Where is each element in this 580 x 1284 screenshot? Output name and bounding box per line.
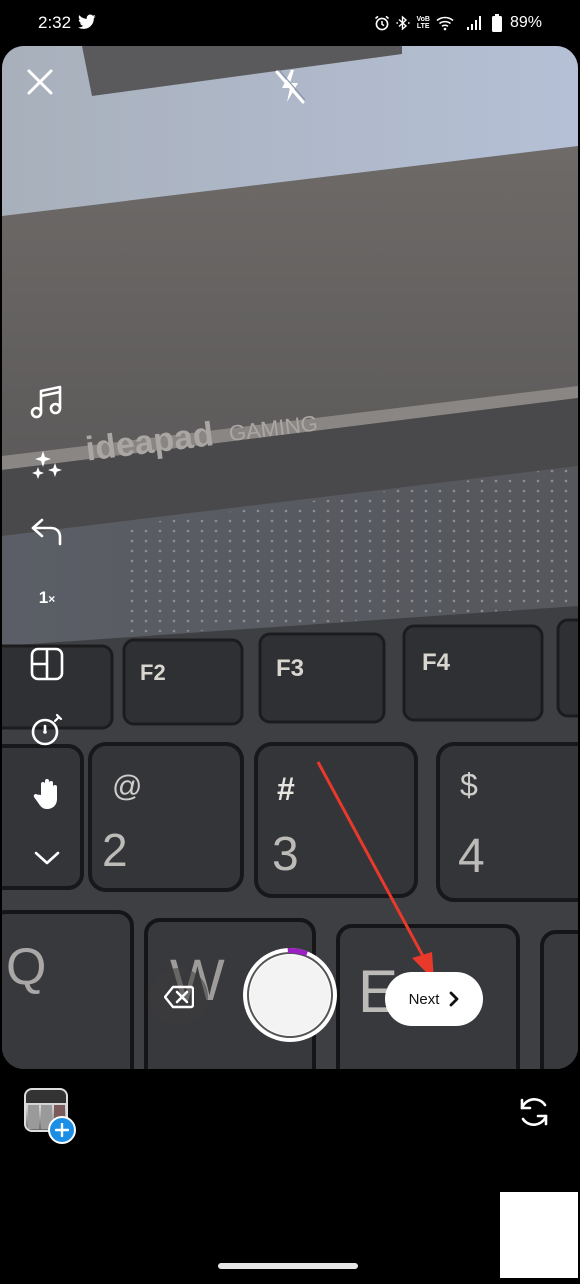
flash-off-icon [275,69,306,104]
key-legend: $ [460,767,478,803]
undo-arrow-icon [31,518,62,546]
flip-camera-icon [520,1098,548,1126]
timer-button[interactable] [24,710,70,750]
battery-percent: 89% [509,14,542,31]
music-note-icon [30,385,62,419]
timer-icon [31,713,63,746]
volte-icon: VoB LTE [416,16,429,30]
capture-controls: Next [2,936,578,1056]
key-legend: F2 [140,660,166,685]
battery-icon [491,14,502,32]
status-bar: 2:32 VoB LTE 89% [0,0,580,46]
music-button[interactable] [24,382,70,422]
hand-icon [33,779,57,809]
flash-toggle-button[interactable] [270,66,310,106]
zoom-level-label: 1× [38,588,56,607]
status-icons: VoB LTE 89% [374,11,542,35]
status-time: 2:32 [38,13,72,32]
zoom-level-button[interactable]: 1× [24,578,70,618]
next-label: Next [408,990,440,1008]
layout-button[interactable] [24,644,70,684]
undo-button[interactable] [24,512,70,552]
twitter-icon [78,14,96,29]
overlay-box [500,1192,578,1278]
backspace-delete-icon [164,985,194,1009]
add-icon [48,1116,76,1144]
next-button[interactable]: Next [385,972,483,1026]
key-legend: 2 [102,824,128,876]
volte-top-label: VoB [416,16,430,23]
chevron-down-icon [34,851,60,865]
discard-clip-button[interactable] [150,968,208,1026]
camera-preview-image: F2 F3 F4 @ # $ 2 3 4 Q W E ideapad GAMIN… [2,46,578,1069]
shutter-button[interactable] [240,945,340,1045]
close-button[interactable] [22,64,58,100]
alarm-icon [375,15,390,31]
flip-camera-button[interactable] [514,1092,554,1132]
key-legend: # [277,771,295,807]
gallery-button[interactable] [24,1088,76,1144]
key-legend: 3 [272,828,299,881]
layout-grid-icon [30,647,64,681]
signal-icon [466,16,481,30]
key-legend: 4 [458,830,485,883]
camera-viewfinder[interactable]: F2 F3 F4 @ # $ 2 3 4 Q W E ideapad GAMIN… [2,46,578,1069]
wifi-icon [436,16,454,31]
chevron-right-icon [450,991,459,1007]
key-legend: F4 [422,649,451,676]
hands-free-button[interactable] [24,774,70,814]
sparkles-icon [32,451,62,479]
key-legend: @ [112,770,142,803]
key-legend: F3 [276,655,304,682]
effects-button[interactable] [24,446,70,486]
shutter-inner [250,955,330,1035]
close-icon [27,69,53,95]
home-indicator[interactable] [218,1263,358,1269]
bluetooth-icon [396,15,411,31]
more-tools-button[interactable] [24,838,70,878]
volte-bottom-label: LTE [416,23,430,30]
